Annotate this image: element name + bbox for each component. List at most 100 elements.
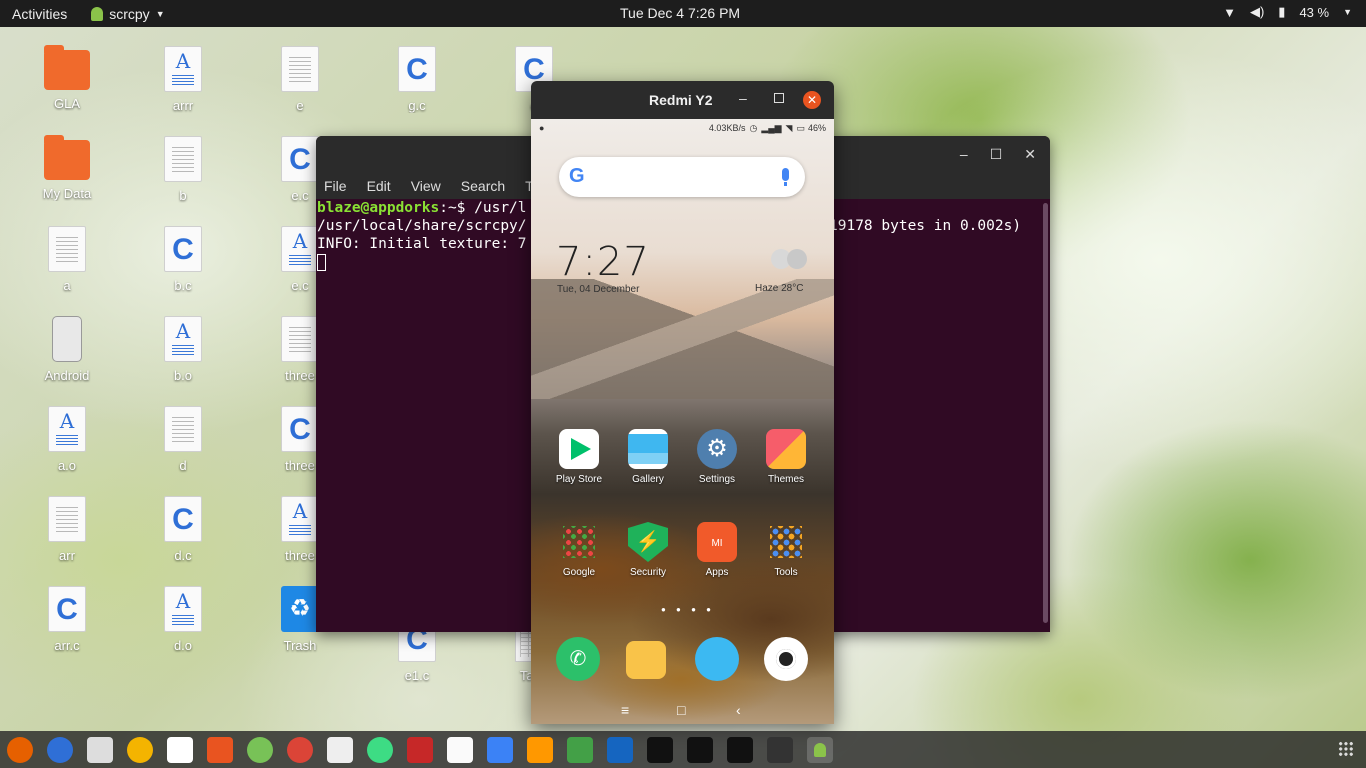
app-security[interactable]: ⚡ Security — [617, 522, 679, 578]
close-icon[interactable]: ✕ — [803, 91, 821, 109]
messages-icon[interactable] — [626, 641, 666, 679]
menu-file[interactable]: File — [324, 178, 347, 194]
browser-icon[interactable] — [695, 637, 739, 681]
date-widget: Tue, 04 December — [557, 284, 640, 295]
scrcpy-window[interactable]: Redmi Y2 – ✕ ● 4.03KB/s ◷ ▂▄▆ ◥ ▭ 46% G … — [531, 81, 834, 724]
desktop-icon[interactable]: a — [31, 226, 103, 306]
thunderbird-icon[interactable] — [47, 736, 73, 763]
menu-icon[interactable]: ≡ — [621, 702, 629, 718]
show-apps-icon[interactable] — [1338, 741, 1354, 757]
desktop-icon[interactable]: d — [147, 406, 219, 486]
folder-google[interactable]: Google — [548, 522, 610, 578]
c-source-file-icon: C — [164, 226, 202, 272]
app-label: Settings — [698, 474, 736, 485]
desktop-icon-label: Android — [44, 368, 90, 383]
weather-icon[interactable] — [771, 249, 809, 269]
desktop-icon[interactable]: Android — [31, 316, 103, 396]
desktop-icon[interactable]: GLA — [31, 45, 103, 126]
atom-icon[interactable] — [367, 736, 393, 763]
document-file-icon: A — [164, 316, 202, 362]
tasks-icon[interactable] — [487, 736, 513, 763]
desktop-icon-label: arrr — [172, 98, 194, 113]
calc-icon[interactable] — [567, 736, 593, 763]
scrollbar[interactable] — [1043, 203, 1048, 623]
android-studio-icon[interactable] — [247, 736, 273, 763]
writer-icon[interactable] — [167, 736, 193, 763]
app-menu-label: scrcpy — [109, 5, 150, 22]
app-play-store[interactable]: Play Store — [548, 429, 610, 485]
intellij-icon[interactable] — [687, 736, 713, 763]
c-source-file-icon: C — [164, 496, 202, 542]
chrome-icon[interactable] — [287, 736, 313, 763]
app-settings[interactable]: ⚙ Settings — [686, 429, 748, 485]
desktop-icon-label: Trash — [283, 638, 317, 653]
gear-icon: ⚙ — [697, 429, 737, 469]
app-label: Play Store — [555, 474, 603, 485]
menu-view[interactable]: View — [411, 178, 441, 194]
terminal-icon[interactable] — [767, 736, 793, 763]
files-icon[interactable] — [87, 736, 113, 763]
app-gallery[interactable]: Gallery — [617, 429, 679, 485]
sublime-icon[interactable] — [527, 736, 553, 763]
desktop-icon[interactable]: arr — [31, 496, 103, 576]
scrcpy-taskbar-icon[interactable] — [807, 736, 833, 763]
gallery-icon — [628, 429, 668, 469]
desktop-icon[interactable]: Cg.c — [381, 46, 453, 126]
minimize-icon[interactable]: – — [739, 90, 747, 106]
app-apps[interactable]: MI Apps — [686, 522, 748, 578]
minecraft-icon[interactable] — [407, 736, 433, 763]
app-label: Apps — [705, 567, 729, 578]
desktop-icon[interactable]: My Data — [31, 135, 103, 216]
app-menu[interactable]: scrcpy ▼ — [91, 5, 165, 22]
desktop-icon[interactable]: b — [147, 136, 219, 216]
c-source-file-icon: C — [281, 406, 319, 452]
desktop-icon-label: My Data — [42, 186, 92, 201]
desktop-icon[interactable]: e — [264, 46, 336, 126]
desktop-icon[interactable]: Carr.c — [31, 586, 103, 666]
clock[interactable]: Tue Dec 4 7:26 PM — [620, 5, 740, 21]
home-icon[interactable]: □ — [677, 702, 685, 718]
mic-icon[interactable] — [782, 168, 789, 186]
app-label: Google — [562, 567, 596, 578]
clock-widget[interactable]: 7:27 — [556, 239, 650, 285]
mi-store-icon: MI — [697, 522, 737, 562]
chevron-down-icon: ▼ — [1343, 7, 1352, 17]
desktop-icon[interactable]: Cd.c — [147, 496, 219, 576]
c-source-file-icon: C — [398, 46, 436, 92]
activities-button[interactable]: Activities — [12, 6, 67, 22]
back-icon[interactable]: ‹ — [736, 702, 741, 718]
desktop-icon[interactable]: Ad.o — [147, 586, 219, 666]
maximize-icon[interactable] — [774, 93, 784, 103]
scrcpy-titlebar[interactable]: Redmi Y2 – ✕ — [531, 81, 834, 119]
desktop-icon-label: e — [296, 98, 304, 113]
phone-screen[interactable]: ● 4.03KB/s ◷ ▂▄▆ ◥ ▭ 46% G 7:27 Tue, 04 … — [531, 119, 834, 724]
close-icon[interactable]: ✕ — [1024, 146, 1036, 163]
desktop-icon[interactable]: Aarrr — [147, 46, 219, 126]
desktop-icon[interactable]: Cb.c — [147, 226, 219, 306]
rhythmbox-icon[interactable] — [127, 736, 153, 763]
dialer-icon[interactable]: ✆ — [556, 637, 600, 681]
firefox-icon[interactable] — [7, 736, 33, 763]
google-search-bar[interactable]: G — [559, 157, 805, 197]
phone-battery: 46% — [807, 123, 826, 133]
slack-icon[interactable] — [447, 736, 473, 763]
text-file-icon — [48, 496, 86, 542]
text-editor-icon[interactable] — [327, 736, 353, 763]
clion-icon[interactable] — [647, 736, 673, 763]
desktop-icon[interactable]: Aa.o — [31, 406, 103, 486]
desktop-icon[interactable]: Ab.o — [147, 316, 219, 396]
virtualbox-icon[interactable] — [607, 736, 633, 763]
pycharm-icon[interactable] — [727, 736, 753, 763]
menu-search[interactable]: Search — [461, 178, 505, 194]
document-file-icon: A — [281, 226, 319, 272]
software-icon[interactable] — [207, 736, 233, 763]
camera-icon[interactable] — [764, 637, 808, 681]
folder-tools[interactable]: Tools — [755, 522, 817, 578]
menu-edit[interactable]: Edit — [367, 178, 391, 194]
wallpaper-mountain — [531, 279, 834, 399]
desktop-icon-label: a.o — [57, 458, 77, 473]
maximize-icon[interactable]: ☐ — [990, 146, 1003, 163]
minimize-icon[interactable]: – — [960, 146, 968, 163]
system-tray[interactable]: ▼ ◀) ▮ 43 % ▼ — [1223, 4, 1352, 20]
app-themes[interactable]: Themes — [755, 429, 817, 485]
